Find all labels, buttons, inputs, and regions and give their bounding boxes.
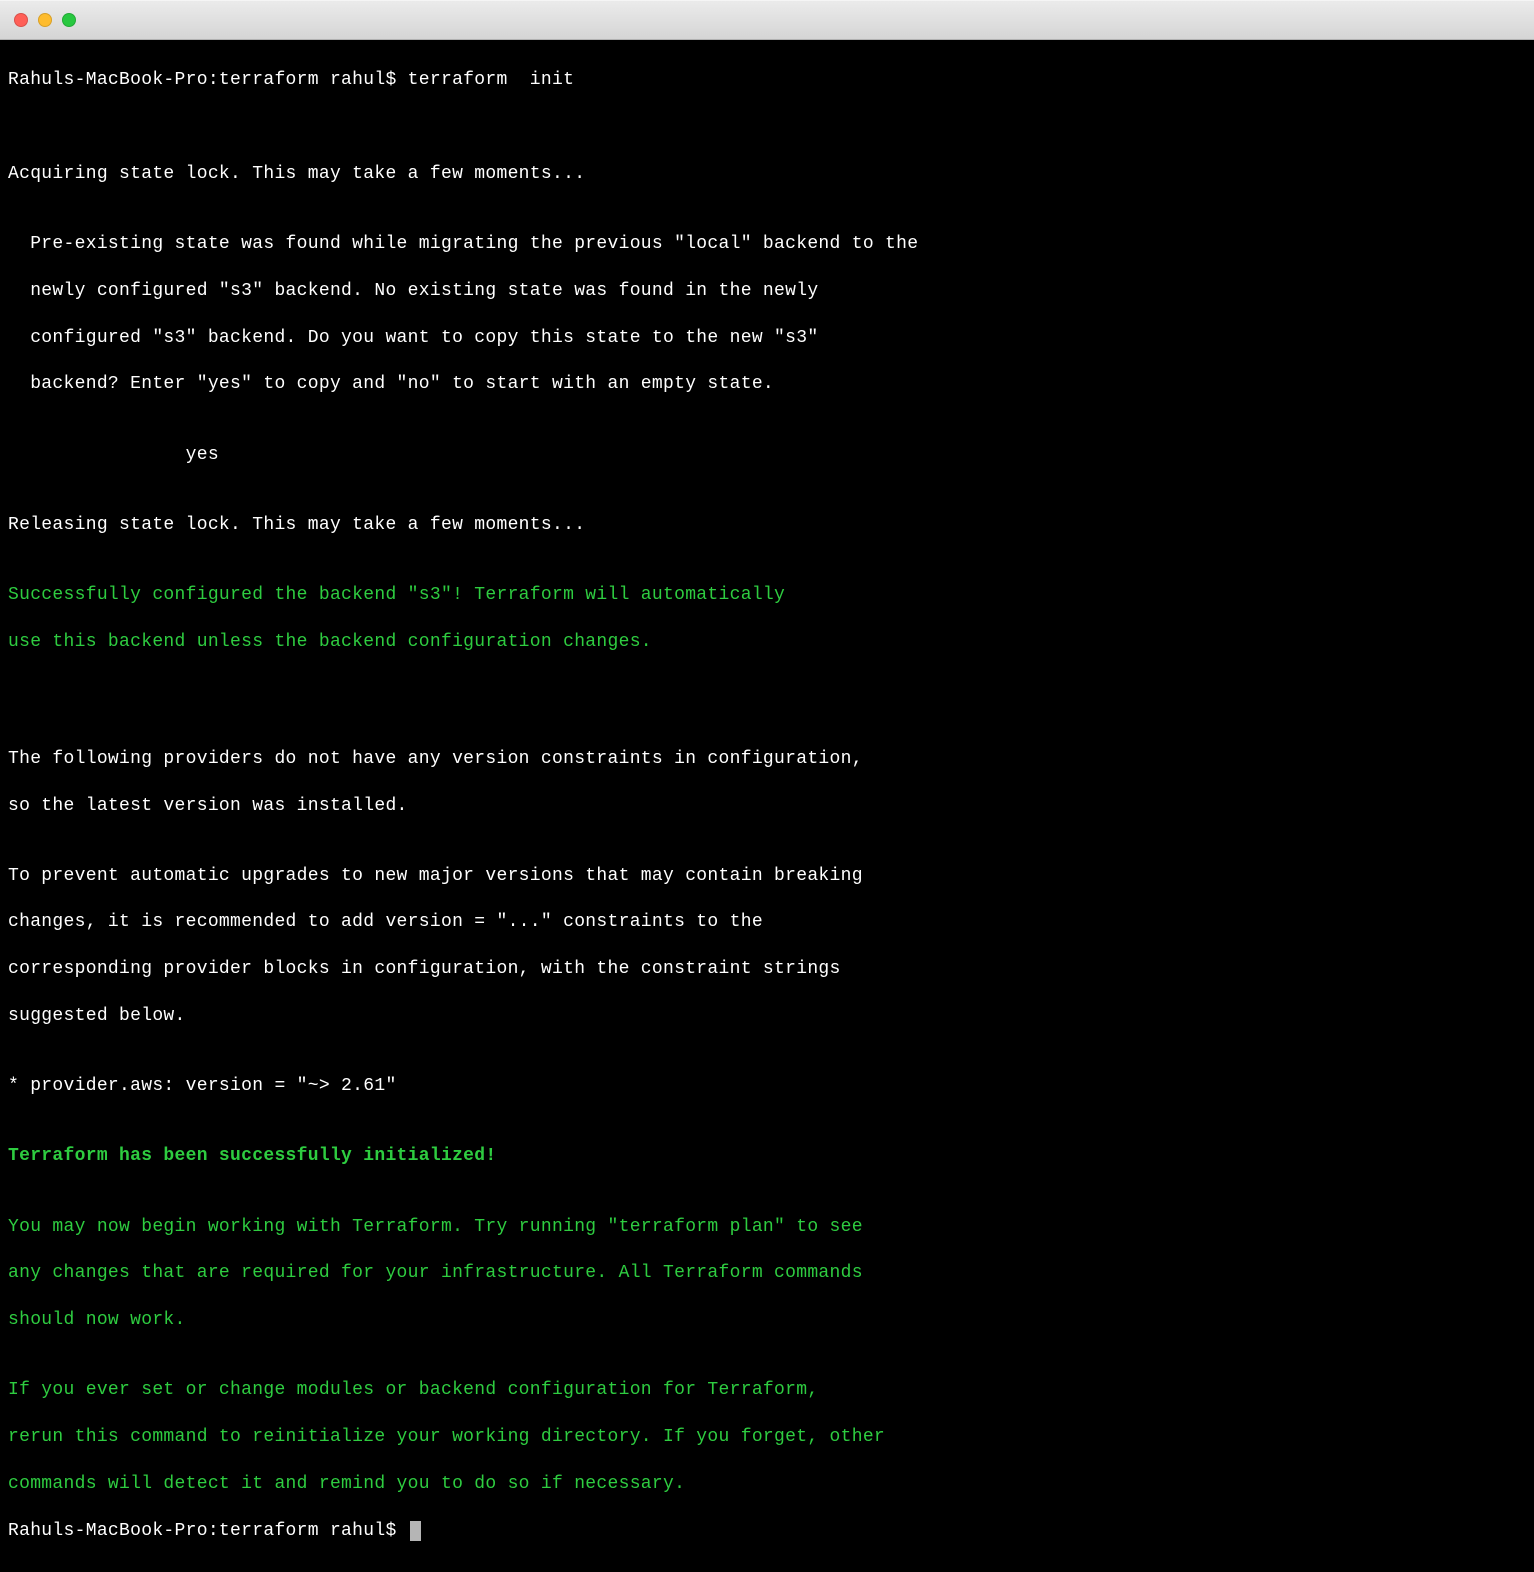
terminal-line: Pre-existing state was found while migra… — [8, 233, 1526, 256]
terminal-line-info: should now work. — [8, 1309, 1526, 1332]
prompt: Rahuls-MacBook-Pro:terraform rahul$ — [8, 70, 408, 90]
terminal-line: newly configured "s3" backend. No existi… — [8, 280, 1526, 303]
terminal-line: suggested below. — [8, 1005, 1526, 1028]
terminal-line-info: any changes that are required for your i… — [8, 1262, 1526, 1285]
terminal-line: changes, it is recommended to add versio… — [8, 911, 1526, 934]
terminal-line: configured "s3" backend. Do you want to … — [8, 327, 1526, 350]
terminal-line: The following providers do not have any … — [8, 748, 1526, 771]
terminal-line-info: rerun this command to reinitialize your … — [8, 1426, 1526, 1449]
terminal-line: To prevent automatic upgrades to new maj… — [8, 865, 1526, 888]
terminal-line-success: use this backend unless the backend conf… — [8, 631, 1526, 654]
terminal-line: * provider.aws: version = "~> 2.61" — [8, 1075, 1526, 1098]
prompt: Rahuls-MacBook-Pro:terraform rahul$ — [8, 1521, 408, 1541]
terminal-line-initialized: Terraform has been successfully initiali… — [8, 1145, 1526, 1168]
terminal-line: so the latest version was installed. — [8, 795, 1526, 818]
terminal-content[interactable]: Rahuls-MacBook-Pro:terraform rahul$ terr… — [0, 40, 1534, 1572]
terminal-line-success: Successfully configured the backend "s3"… — [8, 584, 1526, 607]
terminal-line-info: You may now begin working with Terraform… — [8, 1216, 1526, 1239]
terminal-line: Acquiring state lock. This may take a fe… — [8, 163, 1526, 186]
maximize-icon[interactable] — [62, 13, 76, 27]
close-icon[interactable] — [14, 13, 28, 27]
terminal-line: yes — [8, 444, 1526, 467]
terminal-line: corresponding provider blocks in configu… — [8, 958, 1526, 981]
terminal-line: Releasing state lock. This may take a fe… — [8, 514, 1526, 537]
terminal-line-info: commands will detect it and remind you t… — [8, 1473, 1526, 1496]
cursor-icon — [410, 1521, 421, 1541]
window-titlebar — [0, 0, 1534, 40]
minimize-icon[interactable] — [38, 13, 52, 27]
terminal-line-info: If you ever set or change modules or bac… — [8, 1379, 1526, 1402]
command-text: terraform init — [408, 70, 575, 90]
terminal-line: backend? Enter "yes" to copy and "no" to… — [8, 373, 1526, 396]
